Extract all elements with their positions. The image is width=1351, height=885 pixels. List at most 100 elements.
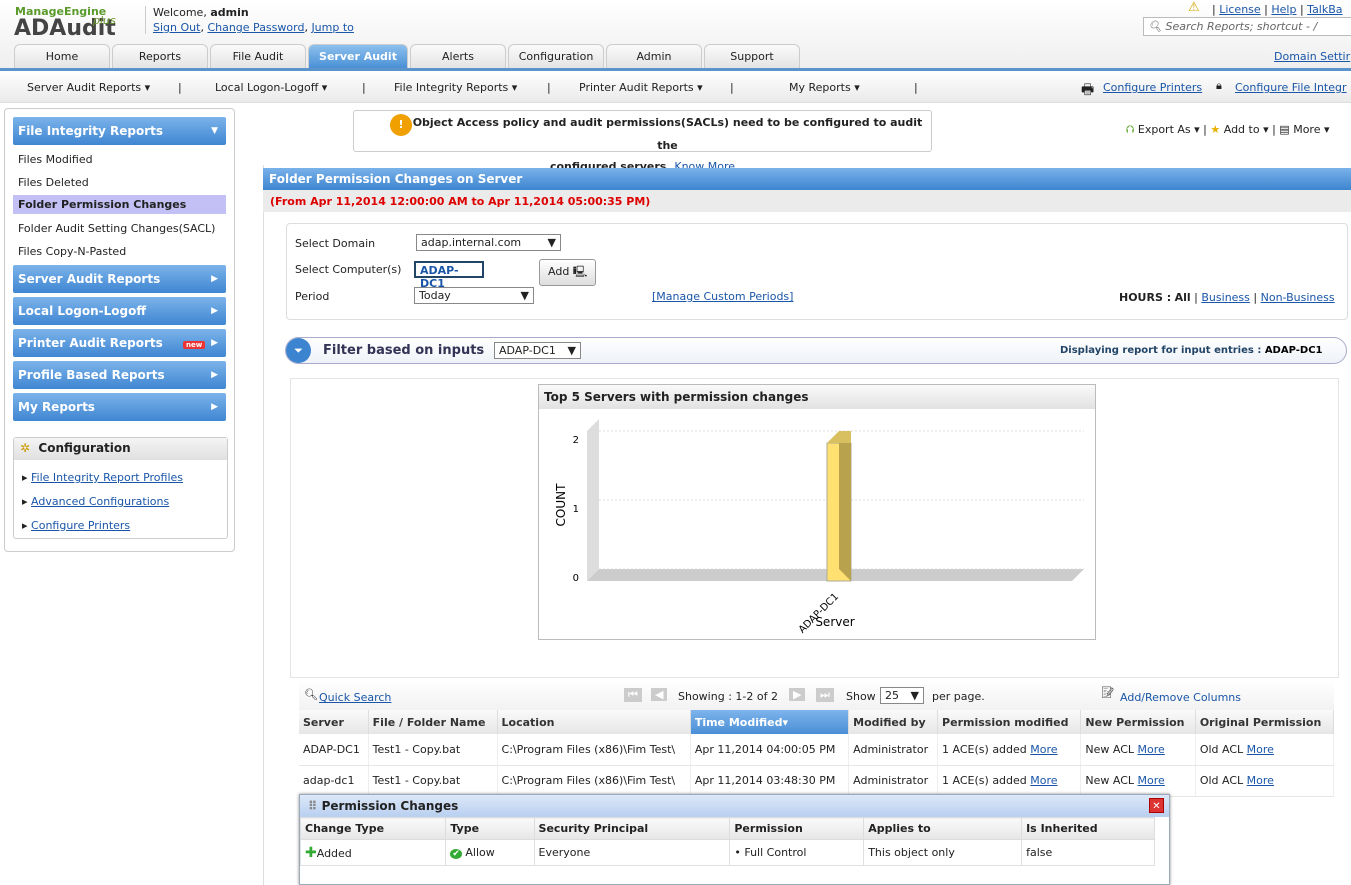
table-row[interactable]: adap-dc1 Test1 - Copy.bat C:\Program Files…: [299, 765, 1335, 797]
tab-server-audit[interactable]: Server Audit: [308, 44, 408, 68]
column-header[interactable]: Modified by: [848, 710, 939, 734]
license-link[interactable]: License: [1219, 3, 1260, 16]
last-page-button[interactable]: ⏭: [816, 688, 834, 702]
filter-select[interactable]: ADAP-DC1 ▼: [494, 342, 581, 359]
x-axis-label: Server: [815, 615, 854, 629]
tab-reports[interactable]: Reports: [112, 44, 208, 68]
header: ManageEngine ADAudit plus Welcome, admin…: [0, 0, 1351, 70]
subnav-my-reports[interactable]: My Reports ▾: [789, 81, 860, 94]
y-tick-label: 2: [573, 435, 579, 446]
more-link[interactable]: More: [1030, 743, 1057, 756]
table-cell: Administrator: [848, 765, 939, 797]
hours-all[interactable]: All: [1175, 291, 1191, 304]
domain-select[interactable]: adap.internal.com ▼: [416, 234, 561, 251]
more-link[interactable]: More: [1030, 774, 1057, 787]
tab-support[interactable]: Support: [704, 44, 800, 68]
first-page-button[interactable]: ⏮: [624, 688, 642, 702]
close-icon[interactable]: ✕: [1149, 798, 1164, 813]
more-link[interactable]: More: [1247, 743, 1274, 756]
sidebar-item-folder-permission-changes[interactable]: Folder Permission Changes: [13, 195, 226, 214]
add-computer-button[interactable]: Add 🖳: [539, 259, 597, 286]
subnav-server-audit-reports[interactable]: Server Audit Reports ▾: [27, 81, 150, 94]
column-header[interactable]: Permission modified: [937, 710, 1082, 734]
add-remove-columns-link[interactable]: Add/Remove Columns: [1120, 691, 1241, 704]
change-password-link[interactable]: Change Password: [207, 21, 304, 34]
subnav-file-integrity[interactable]: File Integrity Reports ▾: [394, 81, 517, 94]
column-header[interactable]: Server: [299, 710, 369, 734]
column-header[interactable]: New Permission: [1080, 710, 1196, 734]
column-header[interactable]: Original Permission: [1195, 710, 1335, 734]
sidebar-local-logon-logoff[interactable]: Local Logon-Logoff ▶: [13, 297, 226, 325]
sidebar-my-reports[interactable]: My Reports ▶: [13, 393, 226, 421]
sidebar-printer-audit-reports[interactable]: Printer Audit Reports new ▶: [13, 329, 226, 357]
period-select[interactable]: Today ▼: [414, 287, 534, 304]
tab-alerts[interactable]: Alerts: [410, 44, 506, 68]
computer-field[interactable]: ADAP-DC1: [414, 261, 484, 290]
table-cell: Administrator: [848, 734, 939, 766]
tab-configuration[interactable]: Configuration: [508, 44, 604, 68]
tab-admin[interactable]: Admin: [606, 44, 702, 68]
more-link[interactable]: More: [1247, 774, 1274, 787]
more-link[interactable]: More: [1138, 743, 1165, 756]
warning-icon: !: [390, 114, 412, 136]
table-cell: C:\Program Files (x86)\Fim Test\: [497, 734, 691, 766]
column-header[interactable]: Location: [497, 710, 691, 734]
subnav-local-logon[interactable]: Local Logon-Logoff ▾: [215, 81, 327, 94]
y-tick-label: 0: [573, 573, 579, 584]
sidebar-server-audit-reports[interactable]: Server Audit Reports ▶: [13, 265, 226, 293]
add-to-button[interactable]: Add to ▾: [1224, 123, 1269, 136]
configure-printers-link[interactable]: Configure Printers: [1103, 81, 1202, 94]
x-tick-label: ADAP-DC1: [797, 591, 841, 635]
search-input[interactable]: 🔍︎ Search Reports; shortcut - /: [1143, 17, 1351, 36]
per-page-select[interactable]: 25 ▼: [880, 687, 924, 704]
lock-file-icon: 🔒︎: [1216, 79, 1222, 92]
popup-column-header: Is Inherited: [1021, 817, 1155, 840]
drag-handle-icon[interactable]: ⠿: [308, 799, 317, 813]
domain-settings-link[interactable]: Domain Settir: [1274, 50, 1350, 63]
notice-banner: ! Object Access policy and audit permiss…: [353, 110, 932, 173]
more-icon: ▤: [1279, 123, 1290, 136]
file-integrity-profiles-link[interactable]: File Integrity Report Profiles: [31, 471, 183, 484]
table-cell: New ACL More: [1080, 765, 1196, 797]
column-header[interactable]: File / Folder Name: [368, 710, 498, 734]
logo-suffix: plus: [93, 14, 116, 27]
non-business-link[interactable]: Non-Business: [1261, 291, 1335, 304]
subnav-printer-audit[interactable]: Printer Audit Reports ▾: [579, 81, 703, 94]
help-link[interactable]: Help: [1271, 3, 1296, 16]
business-link[interactable]: Business: [1201, 291, 1250, 304]
sidebar-item-folder-audit-setting[interactable]: Folder Audit Setting Changes(SACL): [18, 222, 215, 235]
configure-printers-side-link[interactable]: Configure Printers: [31, 519, 130, 532]
table-cell: 1 ACE(s) added More: [937, 765, 1082, 797]
sidebar-item-files-copy-pasted[interactable]: Files Copy-N-Pasted: [18, 245, 126, 258]
tab-file-audit[interactable]: File Audit: [210, 44, 306, 68]
sidebar-item-files-modified[interactable]: Files Modified: [18, 153, 93, 166]
jump-to-link[interactable]: Jump to: [311, 21, 353, 34]
filter-bar: ⏷ Filter based on inputs ADAP-DC1 ▼ Displ…: [285, 337, 1347, 364]
prev-page-button[interactable]: ◀: [651, 688, 668, 701]
export-as-button[interactable]: Export As ▾: [1138, 123, 1200, 136]
more-button[interactable]: More ▾: [1293, 123, 1329, 136]
table-row[interactable]: ADAP-DC1 Test1 - Copy.bat C:\Program Files…: [299, 734, 1335, 766]
sidebar-profile-based-reports[interactable]: Profile Based Reports ▶: [13, 361, 226, 389]
filter-icon: ⏷: [286, 338, 311, 363]
warning-icon[interactable]: ⚠: [1188, 0, 1200, 15]
more-link[interactable]: More: [1138, 774, 1165, 787]
report-filter-form: Select Domain adap.internal.com ▼ Select …: [286, 223, 1348, 320]
chart-panel: Top 5 Servers with permission changes 0 1…: [538, 384, 1096, 640]
talkback-link[interactable]: TalkBa: [1307, 3, 1342, 16]
sidebar-file-integrity-reports[interactable]: File Integrity Reports ▼: [13, 117, 226, 145]
next-page-button[interactable]: ▶: [789, 688, 806, 701]
quick-search-link[interactable]: Quick Search: [319, 691, 391, 704]
column-header[interactable]: Time Modified▾: [690, 710, 850, 734]
manage-custom-periods-link[interactable]: [Manage Custom Periods]: [652, 290, 793, 303]
welcome-text: Welcome,: [153, 6, 207, 19]
popup-column-header: Type: [445, 817, 535, 840]
popup-column-header: Security Principal: [533, 817, 731, 840]
table-cell: New ACL More: [1080, 734, 1196, 766]
advanced-configurations-link[interactable]: Advanced Configurations: [31, 495, 169, 508]
table-cell: 1 ACE(s) added More: [937, 734, 1082, 766]
tab-home[interactable]: Home: [14, 44, 110, 68]
sidebar-item-files-deleted[interactable]: Files Deleted: [18, 176, 89, 189]
configure-file-integrity-link[interactable]: Configure File Integr: [1235, 81, 1347, 94]
sign-out-link[interactable]: Sign Out: [153, 21, 200, 34]
